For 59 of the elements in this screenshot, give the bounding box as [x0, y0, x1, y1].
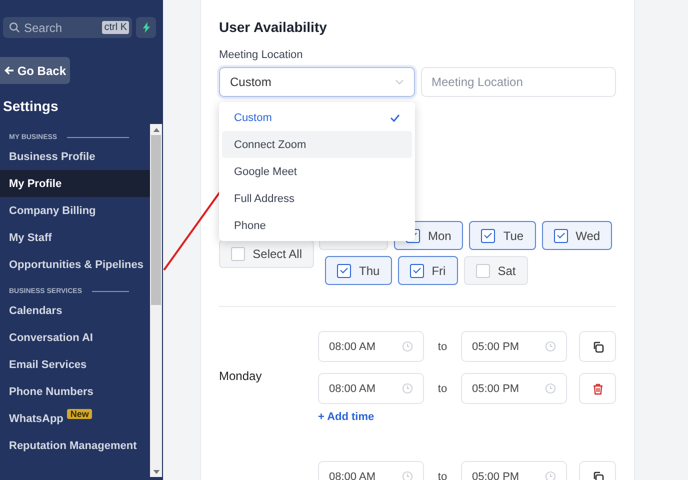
nav-item[interactable]: Calendars: [0, 297, 150, 324]
clock-icon: [545, 341, 556, 352]
nav-item[interactable]: Phone Numbers: [0, 378, 150, 405]
trash-icon: [592, 382, 604, 394]
clock-icon: [402, 383, 413, 394]
day-checkbox[interactable]: Thu: [325, 256, 392, 285]
clock-icon: [545, 471, 556, 480]
start-time-field[interactable]: 08:00 AM: [318, 331, 424, 362]
section-title: User Availability: [219, 19, 328, 35]
clock-icon: [545, 383, 556, 394]
scroll-up-icon[interactable]: [152, 128, 160, 132]
check-icon: [390, 114, 400, 122]
nav-item[interactable]: Company Billing: [0, 197, 150, 224]
copy-icon: [592, 340, 604, 352]
scroll-down-icon[interactable]: [152, 470, 160, 474]
meeting-location-input[interactable]: Meeting Location: [420, 67, 616, 97]
nav-item[interactable]: WhatsApp New: [0, 405, 150, 432]
nav-item[interactable]: Reputation Management: [0, 432, 150, 459]
clock-icon: [402, 471, 413, 480]
add-time-link[interactable]: + Add time: [318, 411, 374, 423]
copy-button[interactable]: [579, 331, 616, 362]
separator-text: to: [436, 382, 448, 394]
nav-item[interactable]: My Staff: [0, 224, 150, 251]
search-icon: [9, 22, 20, 33]
separator-text: to: [436, 470, 448, 480]
nav-item[interactable]: My Profile: [0, 170, 150, 197]
separator-text: to: [436, 340, 448, 352]
copy-icon: [592, 470, 604, 480]
field-label: Meeting Location: [219, 49, 304, 61]
quick-action-button[interactable]: [136, 17, 156, 38]
start-time-field[interactable]: 08:00 AM: [318, 373, 424, 404]
location-select[interactable]: Custom: [219, 67, 414, 97]
shortcut-badge: ctrl K: [102, 21, 129, 34]
end-time-field[interactable]: 05:00 PM: [461, 331, 567, 362]
end-time-field[interactable]: 05:00 PM: [461, 461, 567, 480]
day-label: Monday: [219, 369, 262, 383]
day-checkbox[interactable]: Tue: [469, 221, 536, 250]
nav-item[interactable]: Business Profile: [0, 143, 150, 170]
dropdown-option[interactable]: Google Meet: [222, 158, 412, 185]
nav-item[interactable]: Conversation AI: [0, 324, 150, 351]
day-checkbox[interactable]: Fri: [398, 256, 458, 285]
go-back-button[interactable]: Go Back: [0, 57, 70, 84]
clock-icon: [402, 341, 413, 352]
nav-item[interactable]: Email Services: [0, 351, 150, 378]
delete-button[interactable]: [579, 373, 616, 404]
day-checkbox[interactable]: Wed: [542, 221, 612, 250]
dropdown-option[interactable]: Full Address: [222, 185, 412, 212]
dropdown-option[interactable]: Custom: [222, 104, 412, 131]
start-time-field[interactable]: 08:00 AM: [318, 461, 424, 480]
day-checkbox[interactable]: Sat: [464, 256, 528, 285]
nav-item[interactable]: Opportunities & Pipelines: [0, 251, 150, 278]
lightning-icon: [142, 22, 150, 33]
end-time-field[interactable]: 05:00 PM: [461, 373, 567, 404]
arrow-left-icon: [4, 65, 14, 76]
dropdown-option[interactable]: Connect Zoom: [222, 131, 412, 158]
sidebar-heading: Settings: [2, 97, 60, 116]
scrollbar[interactable]: [150, 124, 162, 477]
select-all-checkbox[interactable]: Select All: [219, 240, 314, 268]
chevron-down-icon: [394, 79, 404, 85]
